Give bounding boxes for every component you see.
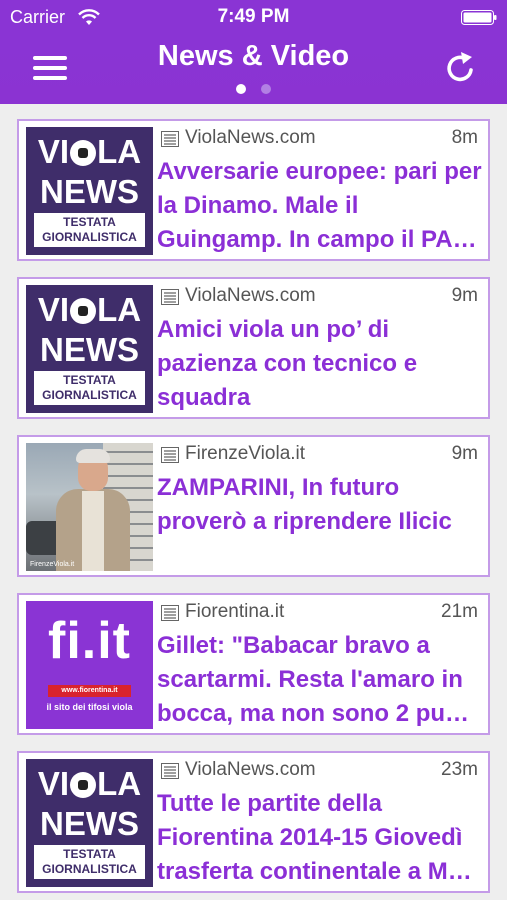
refresh-icon[interactable] bbox=[441, 48, 481, 88]
article-age: 9m bbox=[451, 443, 478, 464]
fiorentina-logo-thumbnail: fi.it www.fiorentina.it il sito dei tifo… bbox=[26, 601, 153, 729]
news-card[interactable]: VI LA NEWS TESTATA GIORNALISTICA ViolaNews… bbox=[17, 277, 490, 419]
article-icon bbox=[161, 447, 179, 463]
source-name: ViolaNews.com bbox=[185, 285, 316, 306]
news-card[interactable]: FirenzeViola.it FirenzeViola.it 9m ZAMPA… bbox=[17, 435, 490, 577]
page-title: News & Video bbox=[157, 40, 350, 72]
article-icon bbox=[161, 131, 179, 147]
source-name: ViolaNews.com bbox=[185, 127, 316, 148]
source-name: Fiorentina.it bbox=[185, 601, 285, 622]
source-name: ViolaNews.com bbox=[185, 759, 316, 780]
article-age: 8m bbox=[451, 127, 478, 148]
battery-icon bbox=[461, 10, 497, 25]
football-icon bbox=[70, 298, 97, 324]
page-dot-active[interactable] bbox=[236, 84, 246, 94]
article-age: 23m bbox=[441, 759, 478, 780]
football-icon bbox=[70, 772, 97, 798]
page-dot[interactable] bbox=[261, 84, 271, 94]
page-indicator[interactable] bbox=[232, 84, 282, 96]
nav-bar: News & Video bbox=[0, 36, 507, 104]
article-headline[interactable]: Tutte le partite della Fiorentina 2014-1… bbox=[157, 787, 483, 889]
article-icon bbox=[161, 289, 179, 305]
violanews-logo-thumbnail: VI LA NEWS TESTATA GIORNALISTICA bbox=[26, 285, 153, 413]
article-icon bbox=[161, 763, 179, 779]
clock: 7:49 PM bbox=[217, 6, 290, 27]
violanews-logo-thumbnail: VI LA NEWS TESTATA GIORNALISTICA bbox=[26, 759, 153, 887]
news-card[interactable]: fi.it www.fiorentina.it il sito dei tifo… bbox=[17, 593, 490, 735]
source-name: FirenzeViola.it bbox=[185, 443, 306, 464]
photo-thumbnail: FirenzeViola.it bbox=[26, 443, 153, 571]
article-icon bbox=[161, 605, 179, 621]
status-bar: Carrier 7:49 PM bbox=[0, 0, 507, 36]
article-age: 9m bbox=[451, 285, 478, 306]
article-headline[interactable]: Gillet: "Babacar bravo a scartarmi. Rest… bbox=[157, 629, 483, 731]
football-icon bbox=[70, 140, 97, 166]
news-card[interactable]: VI LA NEWS TESTATA GIORNALISTICA ViolaNews… bbox=[17, 751, 490, 893]
article-headline[interactable]: Avversarie europee: pari per la Dinamo. … bbox=[157, 155, 483, 257]
article-headline[interactable]: ZAMPARINI, In futuro proverò a riprender… bbox=[157, 471, 483, 539]
article-age: 21m bbox=[441, 601, 478, 622]
violanews-logo-thumbnail: VI LA NEWS TESTATA GIORNALISTICA bbox=[26, 127, 153, 255]
news-card[interactable]: VI LA NEWS TESTATA GIORNALISTICA ViolaNews… bbox=[17, 119, 490, 261]
article-headline[interactable]: Amici viola un po’ di pazienza con tecni… bbox=[157, 313, 483, 415]
